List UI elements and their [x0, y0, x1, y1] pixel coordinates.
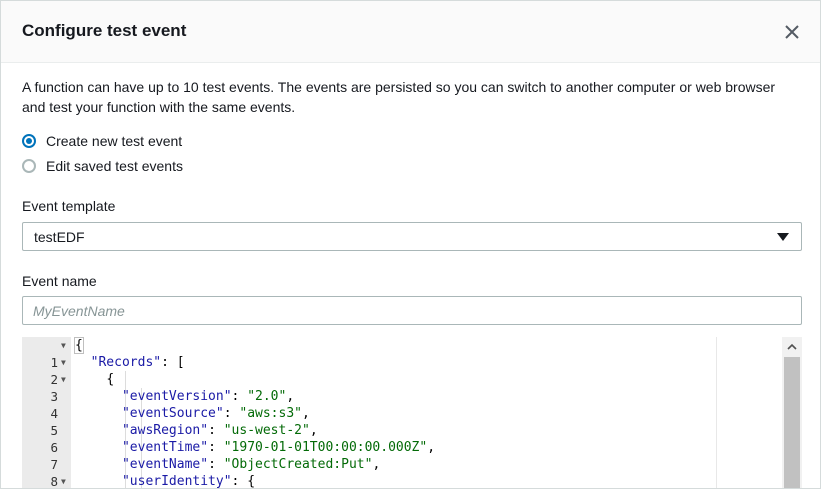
modal-description: A function can have up to 10 test events… — [22, 79, 776, 115]
create-new-test-event-option[interactable]: Create new test event — [22, 132, 182, 150]
code-token: : { — [231, 474, 256, 489]
event-name-input[interactable] — [22, 296, 802, 325]
code-line: 9 ▼ "userIdentity": { — [22, 473, 716, 489]
json-string: "2.0" — [247, 389, 287, 404]
code-line: 1 ▼ { — [22, 337, 716, 370]
json-string: "1970-01-01T00:00:00.000Z" — [223, 440, 428, 455]
fold-arrow-icon[interactable]: ▼ — [61, 337, 66, 354]
close-button[interactable] — [781, 21, 803, 43]
json-key: "eventName" — [121, 457, 209, 472]
json-key: "Records" — [90, 355, 162, 370]
modal-title: Configure test event — [22, 21, 187, 40]
json-string: "ObjectCreated:Put" — [223, 457, 373, 472]
editor-print-margin — [716, 337, 717, 488]
editor-scrollbar[interactable] — [782, 337, 802, 488]
json-string: "aws:s3" — [239, 406, 302, 421]
close-icon — [785, 25, 799, 39]
scroll-up-button[interactable] — [782, 337, 802, 357]
radio-create-new[interactable] — [22, 134, 36, 148]
radio-label-create-new: Create new test event — [46, 133, 183, 149]
json-key: "awsRegion" — [121, 423, 209, 438]
code-line: 3 ▼ { — [22, 371, 716, 404]
json-string: "us-west-2" — [223, 423, 310, 438]
edit-saved-test-events-option[interactable]: Edit saved test events — [22, 157, 183, 175]
json-key: "eventVersion" — [121, 389, 232, 404]
event-template-select[interactable]: testEDF — [22, 222, 802, 251]
code-line: 5 "eventSource": "aws:s3", — [22, 405, 716, 438]
json-code-editor[interactable]: 1 ▼ { 2 ▼ "Records": [ 3 ▼ { 4 "eventVer… — [22, 337, 802, 489]
json-key: "userIdentity" — [121, 474, 232, 489]
event-template-label: Event template — [22, 198, 116, 214]
fold-arrow-icon[interactable]: ▼ — [61, 354, 66, 371]
modal-header: Configure test event — [1, 1, 820, 63]
radio-label-edit-saved: Edit saved test events — [46, 158, 183, 174]
json-key: "eventTime" — [121, 440, 209, 455]
code-line: 4 "eventVersion": "2.0", — [22, 388, 716, 421]
code-line: 6 "awsRegion": "us-west-2", — [22, 422, 716, 455]
event-name-label: Event name — [22, 273, 97, 289]
scroll-thumb[interactable] — [784, 357, 800, 488]
configure-test-event-dialog: Configure test event A function can have… — [0, 0, 821, 489]
chevron-up-icon — [787, 343, 797, 350]
fold-arrow-icon[interactable]: ▼ — [61, 371, 66, 388]
code-token: : [ — [161, 355, 185, 370]
code-line: 2 ▼ "Records": [ — [22, 354, 716, 387]
json-key: "eventSource" — [121, 406, 224, 421]
code-token: { — [106, 372, 115, 387]
event-template-value: testEDF — [34, 229, 85, 245]
caret-down-icon — [777, 233, 789, 241]
code-line: 8 "eventName": "ObjectCreated:Put", — [22, 456, 716, 488]
code-line: 7 "eventTime": "1970-01-01T00:00:00.000Z… — [22, 439, 716, 472]
fold-arrow-icon[interactable]: ▼ — [61, 473, 66, 488]
code-token: { — [74, 337, 84, 354]
radio-edit-saved[interactable] — [22, 159, 36, 173]
